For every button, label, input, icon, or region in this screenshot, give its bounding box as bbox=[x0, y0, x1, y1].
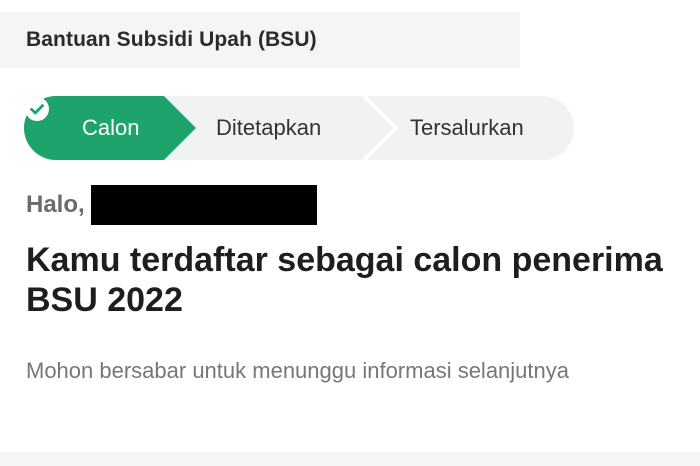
step-label-calon: Calon bbox=[82, 115, 140, 140]
redacted-name-block bbox=[90, 185, 317, 225]
step-label-tersalurkan: Tersalurkan bbox=[410, 115, 524, 140]
status-stepper: Calon Ditetapkan Tersalurkan bbox=[24, 96, 574, 160]
header-bar: Bantuan Subsidi Upah (BSU) bbox=[0, 12, 520, 68]
page-title: Bantuan Subsidi Upah (BSU) bbox=[26, 28, 317, 51]
bottom-divider bbox=[0, 452, 700, 466]
step-label-ditetapkan: Ditetapkan bbox=[216, 115, 322, 140]
greeting-row: Halo, bbox=[26, 185, 317, 225]
status-description: Mohon bersabar untuk menunggu informasi … bbox=[26, 358, 569, 383]
bsu-status-page: Bantuan Subsidi Upah (BSU) Calon Ditetap… bbox=[0, 0, 700, 466]
status-headline: Kamu terdaftar sebagai calon penerima BS… bbox=[26, 241, 663, 319]
check-circle-icon bbox=[25, 97, 49, 121]
greeting-text: Halo, bbox=[26, 191, 85, 218]
